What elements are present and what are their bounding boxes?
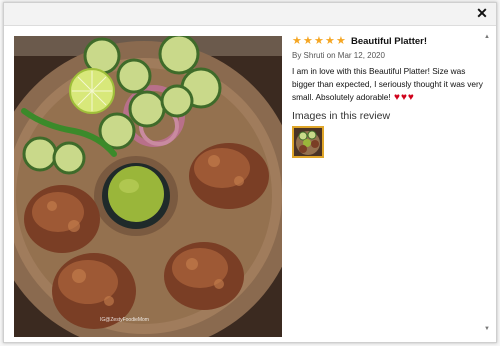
food-platter-image [14, 36, 282, 337]
review-title: Beautiful Platter! [351, 35, 428, 47]
heart-icon: ♥ [394, 92, 400, 103]
review-panel: ★ ★ ★ ★ ★ Beautiful Platter! By Shruti on Ma… [292, 34, 484, 158]
photo-watermark: IG@ZestyFoodieMom [100, 317, 149, 323]
thumbnail-image [294, 128, 322, 156]
hearts-emoji: ♥♥♥ [393, 92, 414, 103]
star-icon: ★ [292, 35, 302, 47]
review-body-text: I am in love with this Beautiful Platter… [292, 66, 483, 102]
scroll-down-icon[interactable]: ▼ [482, 325, 492, 333]
modal-header: ✕ [4, 3, 496, 26]
heart-icon: ♥ [407, 92, 414, 103]
star-icon: ★ [336, 35, 346, 47]
review-image-thumbnail[interactable] [292, 126, 324, 158]
review-title-row: ★ ★ ★ ★ ★ Beautiful Platter! [292, 34, 484, 48]
star-icon: ★ [325, 35, 335, 47]
star-icon: ★ [314, 35, 324, 47]
review-image-modal: ✕ IG@ZestyFoodieMom ★ ★ ★ ★ ★ Beautiful … [3, 2, 497, 343]
heart-icon: ♥ [400, 92, 407, 103]
star-icon: ★ [303, 35, 313, 47]
scroll-up-icon[interactable]: ▲ [482, 33, 492, 41]
close-icon[interactable]: ✕ [475, 6, 489, 20]
images-heading: Images in this review [292, 110, 391, 122]
review-photo: IG@ZestyFoodieMom [14, 36, 282, 337]
review-byline: By Shruti on Mar 12, 2020 [292, 51, 385, 60]
scrollbar[interactable]: ▲ ▼ [482, 33, 492, 333]
review-body: I am in love with this Beautiful Platter… [292, 65, 484, 104]
star-rating: ★ ★ ★ ★ ★ [292, 35, 347, 47]
